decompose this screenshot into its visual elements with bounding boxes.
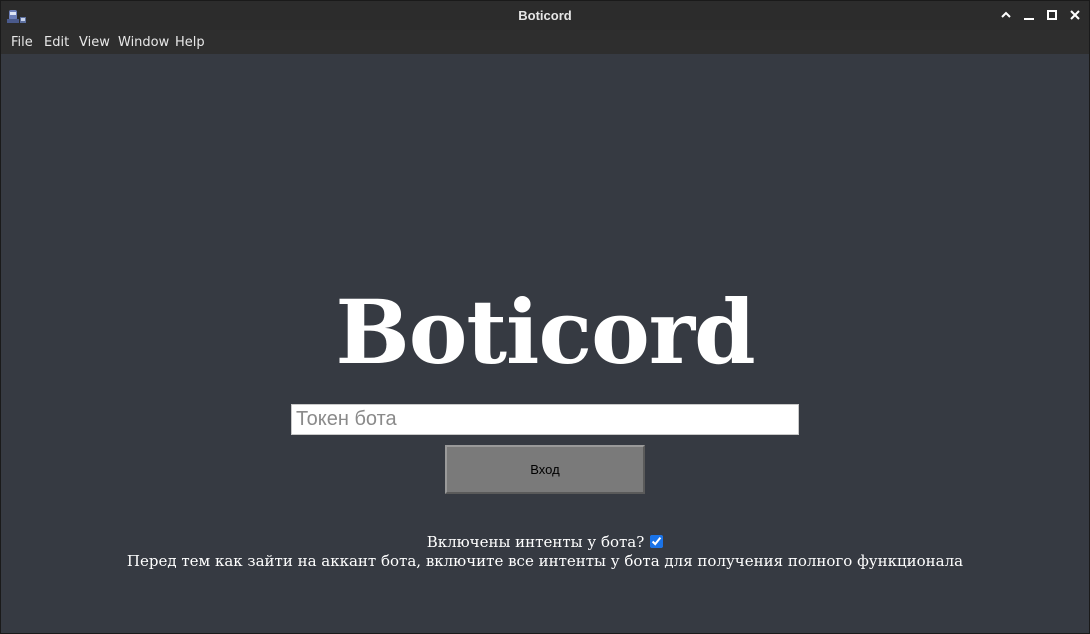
app-heading: Boticord (335, 280, 755, 384)
login-button[interactable]: Вход (445, 445, 645, 494)
minimize-icon[interactable] (1022, 8, 1036, 22)
menu-edit[interactable]: Edit (44, 35, 69, 50)
menu-view[interactable]: View (79, 35, 110, 50)
menu-help[interactable]: Help (175, 35, 205, 50)
app-window: Boticord File Edit View Window Help Boti… (0, 0, 1090, 634)
intents-label: Включены интенты у бота? (426, 533, 645, 551)
token-input[interactable] (291, 404, 799, 435)
menu-file[interactable]: File (11, 35, 33, 50)
intents-row: Включены интенты у бота? (1, 532, 1089, 552)
intents-hint: Перед тем как зайти на аккант бота, вклю… (126, 552, 964, 570)
menu-bar: File Edit View Window Help (1, 30, 1089, 54)
maximize-icon[interactable] (1045, 8, 1059, 22)
menu-window[interactable]: Window (118, 35, 169, 50)
close-icon[interactable] (1068, 8, 1082, 22)
maximize-up-icon[interactable] (999, 8, 1013, 22)
window-title: Boticord (518, 8, 572, 23)
login-panel: Boticord Вход Включены интенты у бота? П… (1, 54, 1089, 633)
intents-checkbox[interactable] (650, 535, 664, 548)
title-bar[interactable]: Boticord (1, 1, 1089, 30)
